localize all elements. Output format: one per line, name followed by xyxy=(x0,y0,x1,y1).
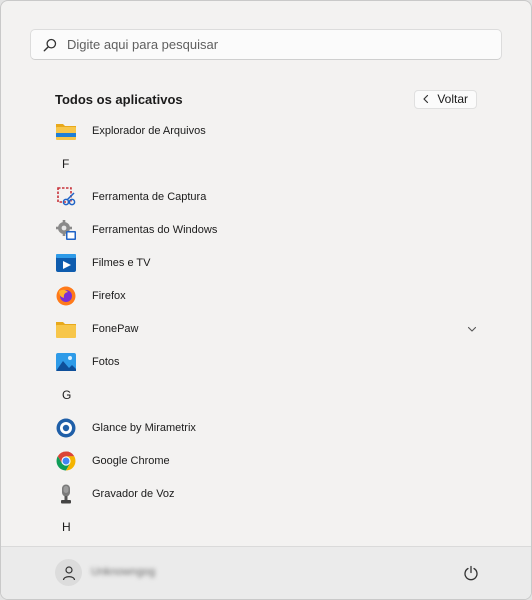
file-explorer-icon xyxy=(55,120,77,142)
app-label: Firefox xyxy=(92,289,126,302)
all-apps-title: Todos os aplicativos xyxy=(55,91,183,107)
search-input[interactable] xyxy=(65,36,469,53)
photos-icon xyxy=(55,351,77,373)
search-icon xyxy=(43,38,57,52)
letter-header-f[interactable]: F xyxy=(1,147,531,180)
app-item-voice-recorder[interactable]: Gravador de Voz xyxy=(1,477,531,510)
start-footer: Unknowngog xyxy=(1,546,531,599)
app-label: FonePaw xyxy=(92,322,139,335)
app-label: Ferramenta de Captura xyxy=(92,190,207,203)
windows-tools-icon xyxy=(55,219,77,241)
app-label: Glance by Mirametrix xyxy=(92,421,196,434)
glance-icon xyxy=(55,417,77,439)
app-item-firefox[interactable]: Firefox xyxy=(1,279,531,312)
app-list: Explorador de Arquivos F Ferramenta de C… xyxy=(1,114,531,543)
movies-tv-icon xyxy=(55,252,77,274)
back-button-label: Voltar xyxy=(437,92,468,106)
all-apps-header: Todos os aplicativos Voltar xyxy=(55,89,477,109)
chrome-icon xyxy=(55,450,77,472)
power-icon[interactable] xyxy=(463,565,479,581)
firefox-icon xyxy=(55,285,77,307)
user-avatar[interactable] xyxy=(55,559,82,586)
app-label: Google Chrome xyxy=(92,454,170,467)
app-label: Gravador de Voz xyxy=(92,487,175,500)
app-label: Ferramentas do Windows xyxy=(92,223,218,236)
letter-header-h[interactable]: H xyxy=(1,510,531,543)
app-item-snipping-tool[interactable]: Ferramenta de Captura xyxy=(1,180,531,213)
start-menu: Todos os aplicativos Voltar Explorador d… xyxy=(0,0,532,600)
app-item-google-chrome[interactable]: Google Chrome xyxy=(1,444,531,477)
letter-label: F xyxy=(62,156,70,171)
user-icon xyxy=(62,565,75,580)
app-label: Explorador de Arquivos xyxy=(92,124,206,137)
app-item-file-explorer[interactable]: Explorador de Arquivos xyxy=(1,114,531,147)
chevron-left-icon xyxy=(421,94,431,104)
voice-recorder-icon xyxy=(55,483,77,505)
app-label: Fotos xyxy=(92,355,120,368)
letter-header-g[interactable]: G xyxy=(1,378,531,411)
search-box[interactable] xyxy=(30,29,502,60)
back-button[interactable]: Voltar xyxy=(414,89,477,109)
snipping-tool-icon xyxy=(55,186,77,208)
app-label: Filmes e TV xyxy=(92,256,151,269)
app-item-movies-tv[interactable]: Filmes e TV xyxy=(1,246,531,279)
app-item-windows-tools[interactable]: Ferramentas do Windows xyxy=(1,213,531,246)
chevron-down-icon[interactable] xyxy=(466,323,478,335)
folder-icon xyxy=(55,318,77,340)
app-item-fonepaw[interactable]: FonePaw xyxy=(1,312,531,345)
user-name[interactable]: Unknowngog xyxy=(91,566,155,578)
app-item-photos[interactable]: Fotos xyxy=(1,345,531,378)
letter-label: H xyxy=(62,519,71,534)
app-item-glance[interactable]: Glance by Mirametrix xyxy=(1,411,531,444)
letter-label: G xyxy=(62,387,72,402)
